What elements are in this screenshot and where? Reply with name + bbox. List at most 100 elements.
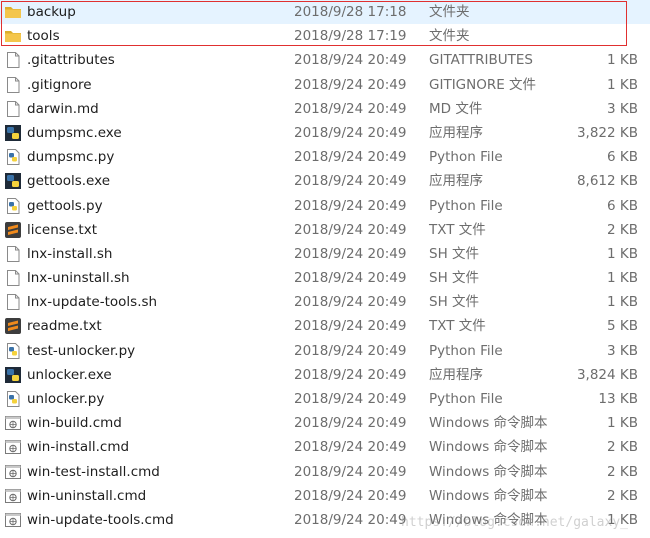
file-name: lnx-uninstall.sh: [27, 270, 130, 287]
file-size: 3 KB: [607, 342, 638, 359]
file-type: 应用程序: [429, 366, 483, 383]
file-date-modified: 2018/9/24 20:49: [294, 439, 407, 456]
file-size: 6 KB: [607, 149, 638, 166]
file-name: win-build.cmd: [27, 415, 122, 432]
file-name: .gitignore: [27, 76, 92, 93]
file-row-unlocker-py[interactable]: unlocker.py 2018/9/24 20:49 Python File …: [0, 387, 650, 411]
file-date-modified: 2018/9/24 20:49: [294, 318, 407, 335]
file-size: 3,824 KB: [576, 366, 638, 383]
sublime-text-icon: [4, 221, 22, 239]
file-name: backup: [27, 4, 76, 20]
blank-file-icon: [4, 51, 22, 69]
file-name: gettools.py: [27, 197, 103, 214]
file-type: Python File: [429, 197, 503, 214]
file-row-darwin-md[interactable]: darwin.md 2018/9/24 20:49 MD 文件 3 KB: [0, 97, 650, 121]
file-type: 应用程序: [429, 124, 483, 141]
file-row-lnx-install-sh[interactable]: lnx-install.sh 2018/9/24 20:49 SH 文件 1 K…: [0, 242, 650, 266]
file-date-modified: 2018/9/24 20:49: [294, 366, 407, 383]
file-type: Python File: [429, 391, 503, 407]
file-name: tools: [27, 28, 60, 45]
file-size: 5 KB: [607, 318, 638, 335]
file-row-lnx-update-tools-sh[interactable]: lnx-update-tools.sh 2018/9/24 20:49 SH 文…: [0, 290, 650, 314]
file-size: 1 KB: [607, 245, 638, 262]
file-type: Windows 命令脚本: [429, 415, 548, 432]
file-size: 13 KB: [598, 391, 638, 407]
file-name: test-unlocker.py: [27, 342, 136, 359]
file-date-modified: 2018/9/24 20:49: [294, 197, 407, 214]
file-name: darwin.md: [27, 100, 99, 117]
file-size: 1 KB: [607, 415, 638, 432]
file-type: TXT 文件: [429, 221, 486, 238]
folder-icon: [4, 3, 22, 21]
file-size: 1 KB: [607, 294, 638, 311]
file-size: 2 KB: [607, 463, 638, 480]
blank-file-icon: [4, 245, 22, 263]
file-row-gettools-py[interactable]: gettools.py 2018/9/24 20:49 Python File …: [0, 194, 650, 218]
file-name: win-update-tools.cmd: [27, 511, 174, 528]
file-type: SH 文件: [429, 294, 480, 311]
file-name: readme.txt: [27, 318, 102, 335]
file-row-license-txt[interactable]: license.txt 2018/9/24 20:49 TXT 文件 2 KB: [0, 218, 650, 242]
file-date-modified: 2018/9/28 17:18: [294, 4, 407, 20]
file-row-win-test-install-cmd[interactable]: win-test-install.cmd 2018/9/24 20:49 Win…: [0, 460, 650, 484]
file-type: Windows 命令脚本: [429, 463, 548, 480]
file-date-modified: 2018/9/24 20:49: [294, 149, 407, 166]
file-name: gettools.exe: [27, 173, 111, 190]
python-file-icon: [4, 197, 22, 215]
file-row-win-build-cmd[interactable]: win-build.cmd 2018/9/24 20:49 Windows 命令…: [0, 411, 650, 435]
file-size: 1 KB: [607, 511, 638, 528]
file-type: 文件夹: [429, 28, 470, 45]
file-type: TXT 文件: [429, 318, 486, 335]
file-type: SH 文件: [429, 245, 480, 262]
file-size: 2 KB: [607, 487, 638, 504]
file-row-unlocker-exe[interactable]: unlocker.exe 2018/9/24 20:49 应用程序 3,824 …: [0, 363, 650, 387]
blank-file-icon: [4, 293, 22, 311]
blank-file-icon: [4, 76, 22, 94]
cmd-script-icon: [4, 438, 22, 456]
file-row-dumpsmc-exe[interactable]: dumpsmc.exe 2018/9/24 20:49 应用程序 3,822 K…: [0, 121, 650, 145]
file-size: 1 KB: [607, 52, 638, 69]
file-type: Windows 命令脚本: [429, 439, 548, 456]
file-list: backup 2018/9/28 17:18 文件夹 tools 2018/9/…: [0, 0, 650, 532]
file-size: 6 KB: [607, 197, 638, 214]
file-name: license.txt: [27, 221, 97, 238]
python-file-icon: [4, 148, 22, 166]
file-date-modified: 2018/9/24 20:49: [294, 463, 407, 480]
file-name: dumpsmc.exe: [27, 124, 122, 141]
file-date-modified: 2018/9/24 20:49: [294, 100, 407, 117]
file-row-gettools-exe[interactable]: gettools.exe 2018/9/24 20:49 应用程序 8,612 …: [0, 169, 650, 193]
file-row-gitattributes[interactable]: .gitattributes 2018/9/24 20:49 GITATTRIB…: [0, 48, 650, 72]
cmd-script-icon: [4, 487, 22, 505]
file-name: win-uninstall.cmd: [27, 487, 147, 504]
file-row-win-uninstall-cmd[interactable]: win-uninstall.cmd 2018/9/24 20:49 Window…: [0, 484, 650, 508]
file-date-modified: 2018/9/24 20:49: [294, 294, 407, 311]
file-row-lnx-uninstall-sh[interactable]: lnx-uninstall.sh 2018/9/24 20:49 SH 文件 1…: [0, 266, 650, 290]
file-row-win-update-tools-cmd[interactable]: win-update-tools.cmd 2018/9/24 20:49 Win…: [0, 508, 650, 532]
file-row-dumpsmc-py[interactable]: dumpsmc.py 2018/9/24 20:49 Python File 6…: [0, 145, 650, 169]
file-name: lnx-install.sh: [27, 245, 113, 262]
file-row-gitignore[interactable]: .gitignore 2018/9/24 20:49 GITIGNORE 文件 …: [0, 73, 650, 97]
file-type: MD 文件: [429, 100, 483, 117]
python-file-icon: [4, 390, 22, 408]
file-name: win-install.cmd: [27, 439, 130, 456]
file-row-test-unlocker-py[interactable]: test-unlocker.py 2018/9/24 20:49 Python …: [0, 339, 650, 363]
blank-file-icon: [4, 269, 22, 287]
file-type: Windows 命令脚本: [429, 487, 548, 504]
file-name: unlocker.exe: [27, 366, 112, 383]
file-type: Windows 命令脚本: [429, 511, 548, 528]
file-date-modified: 2018/9/24 20:49: [294, 76, 407, 93]
file-date-modified: 2018/9/24 20:49: [294, 511, 407, 528]
file-row-tools[interactable]: tools 2018/9/28 17:19 文件夹: [0, 24, 650, 48]
file-row-backup[interactable]: backup 2018/9/28 17:18 文件夹: [0, 0, 650, 25]
file-size: 3,822 KB: [576, 124, 638, 141]
file-row-readme-txt[interactable]: readme.txt 2018/9/24 20:49 TXT 文件 5 KB: [0, 314, 650, 338]
file-name: lnx-update-tools.sh: [27, 294, 158, 311]
file-row-win-install-cmd[interactable]: win-install.cmd 2018/9/24 20:49 Windows …: [0, 435, 650, 459]
file-type: Python File: [429, 149, 503, 166]
sublime-text-icon: [4, 317, 22, 335]
folder-icon: [4, 27, 22, 45]
python-exe-icon: [4, 172, 22, 190]
cmd-script-icon: [4, 414, 22, 432]
cmd-script-icon: [4, 511, 22, 529]
file-size: 3 KB: [607, 100, 638, 117]
